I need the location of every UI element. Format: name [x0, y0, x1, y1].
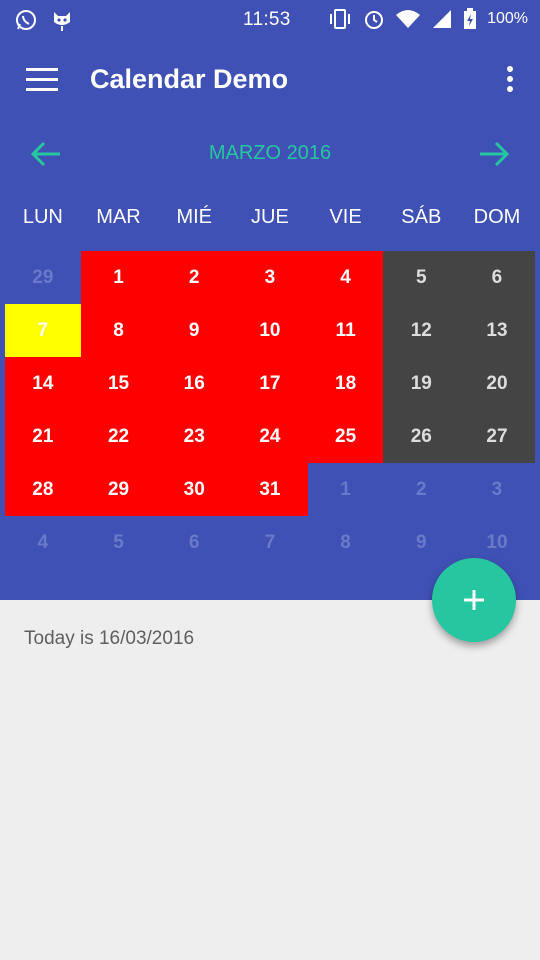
calendar-day-cell[interactable]: 19	[383, 357, 460, 410]
calendar-day-cell[interactable]: 9	[156, 304, 233, 357]
calendar-day-cell[interactable]: 25	[307, 410, 384, 463]
calendar-day-cell[interactable]: 4	[5, 516, 81, 569]
calendar-day-cell[interactable]: 14	[5, 357, 81, 410]
calendar-day-cell[interactable]: 11	[307, 304, 384, 357]
calendar-day-cell[interactable]: 20	[459, 357, 535, 410]
weekday-label: LUN	[22, 206, 63, 228]
weekday-label: MAR	[96, 206, 141, 228]
calendar-day-cell[interactable]: 17	[232, 357, 308, 410]
calendar-day-cell[interactable]: 27	[459, 410, 535, 463]
calendar-day-cell[interactable]: 7	[5, 304, 81, 357]
calendar-day-cell[interactable]: 16	[156, 357, 233, 410]
today-text: Today is 16/03/2016	[24, 628, 195, 649]
calendar-day-cell[interactable]: 8	[308, 516, 384, 569]
calendar-day-cell[interactable]: 21	[5, 410, 81, 463]
calendar-day-cell[interactable]: 2	[383, 463, 459, 516]
plus-icon	[464, 590, 484, 610]
calendar-day-cell[interactable]: 29	[80, 463, 157, 516]
status-bar: 11:53 100%	[0, 0, 540, 40]
calendar-day-cell[interactable]: 8	[80, 304, 157, 357]
cat-icon	[54, 12, 70, 31]
status-time: 11:53	[243, 9, 291, 30]
calendar-day-cell[interactable]: 3	[232, 251, 308, 304]
calendar-day-cell[interactable]: 29	[5, 251, 81, 304]
calendar-day-cell[interactable]: 2	[156, 251, 233, 304]
add-fab-button[interactable]	[432, 558, 516, 642]
calendar-day-cell[interactable]: 22	[80, 410, 157, 463]
weekday-label: DOM	[473, 206, 521, 228]
more-vertical-icon[interactable]	[506, 66, 514, 96]
calendar-day-cell[interactable]: 6	[156, 516, 232, 569]
signal-icon	[433, 10, 452, 28]
calendar-day-cell[interactable]: 5	[81, 516, 157, 569]
calendar-day-cell[interactable]: 1	[80, 251, 157, 304]
calendar-day-cell[interactable]: 10	[232, 304, 308, 357]
app-bar: Calendar Demo	[0, 40, 540, 124]
weekday-label: MIÉ	[176, 206, 212, 228]
battery-charging-icon	[464, 8, 477, 29]
calendar-day-cell[interactable]: 3	[459, 463, 535, 516]
weekday-label: VIE	[329, 206, 362, 228]
whatsapp-icon	[16, 10, 36, 30]
month-label: MARZO 2016	[208, 142, 332, 164]
calendar-day-cell[interactable]: 7	[232, 516, 308, 569]
calendar-day-cell[interactable]: 13	[459, 304, 535, 357]
weekday-label: JUE	[251, 206, 289, 228]
wifi-icon	[396, 10, 421, 28]
calendar-day-cell[interactable]: 26	[383, 410, 460, 463]
calendar-day-cell[interactable]: 9	[383, 516, 459, 569]
month-navigation: MARZO 2016	[0, 130, 540, 178]
calendar-day-cell[interactable]: 12	[383, 304, 460, 357]
weekday-label: SÁB	[401, 206, 442, 228]
app-title: Calendar Demo	[90, 64, 289, 94]
hamburger-icon[interactable]	[26, 68, 58, 92]
calendar-day-cell[interactable]: 5	[383, 251, 460, 304]
calendar-day-cell[interactable]: 23	[156, 410, 233, 463]
calendar-day-cell[interactable]: 4	[307, 251, 384, 304]
calendar-day-cell[interactable]: 6	[459, 251, 535, 304]
alarm-icon	[365, 11, 384, 29]
weekday-header: LUN MAR MIÉ JUE VIE SÁB DOM	[5, 200, 535, 234]
calendar-day-cell[interactable]: 18	[307, 357, 384, 410]
calendar-day-grid: 29 1 2 3 4 5 6 7 8 9 10 11 12 13 14 15 16 17 18 19 20 21 22 23 2…	[5, 251, 535, 569]
calendar-day-cell[interactable]: 31	[232, 463, 308, 516]
battery-percent: 100%	[487, 10, 528, 27]
calendar-day-cell[interactable]: 28	[5, 463, 81, 516]
vibrate-icon	[330, 9, 351, 29]
calendar-day-cell[interactable]: 30	[156, 463, 233, 516]
next-month-arrow-icon[interactable]	[474, 136, 514, 172]
calendar-day-cell[interactable]: 24	[232, 410, 308, 463]
calendar-day-cell[interactable]: 1	[308, 463, 384, 516]
calendar-day-cell[interactable]: 15	[80, 357, 157, 410]
